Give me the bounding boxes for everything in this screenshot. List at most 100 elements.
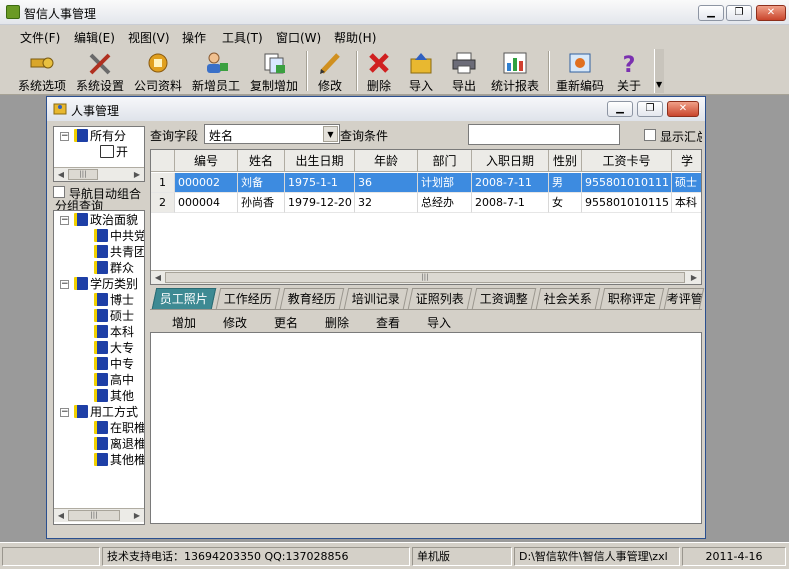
tree-collapse-toggle[interactable]: − [60,280,69,289]
toolbar-copy-add-button[interactable]: 复制增加 [248,49,300,93]
table-cell[interactable]: 1975-1-1 [285,173,355,193]
menu-view[interactable]: 视图(V) [128,29,170,46]
tab-social-relations[interactable]: 社会关系 [535,288,601,309]
table-cell[interactable]: 000004 [175,193,238,213]
grid-header[interactable]: 性别 [549,150,582,172]
tree-node-item[interactable]: 共青团 [94,245,144,260]
tree-node-education[interactable]: 学历类别 [74,277,138,292]
minimize-button[interactable]: ▁ [698,5,724,21]
tab-work-history[interactable]: 工作经历 [215,288,281,309]
table-cell[interactable]: 000002 [175,173,238,193]
show-summary-checkbox[interactable] [644,129,656,141]
grid-header[interactable]: 编号 [175,150,238,172]
menu-tools[interactable]: 工具(T) [222,29,263,46]
tree-node-item[interactable]: 其他椎 [94,453,144,468]
tab-title-evaluation[interactable]: 职称评定 [599,288,665,309]
tree-node-item[interactable]: 博士 [94,293,134,308]
action-rename[interactable]: 更名 [274,314,298,331]
query-field-select[interactable]: 姓名 ▼ [204,124,340,144]
toolbar-import-button[interactable]: 导入 [404,49,438,93]
toolbar-about-button[interactable]: ? 关于 [612,49,646,93]
table-cell[interactable]: 955801010111 [582,173,672,193]
table-cell[interactable]: 孙尚香 [238,193,285,213]
tree-node-all[interactable]: 所有分 [74,129,126,144]
grid-header[interactable]: 工资卡号 [582,150,672,172]
toolbar-report-button[interactable]: 统计报表 [488,49,542,93]
tree-collapse-toggle[interactable]: − [60,216,69,225]
tree-node-item[interactable]: 本科 [94,325,134,340]
tree-node-child[interactable]: 开 [100,145,128,160]
grid-horizontal-scrollbar[interactable]: ◀ ||| ▶ [151,270,701,284]
table-cell[interactable]: 女 [549,193,582,213]
table-cell[interactable]: 刘备 [238,173,285,193]
tree-node-item[interactable]: 中专 [94,357,134,372]
table-cell[interactable]: 2008-7-11 [472,173,549,193]
child-restore-button[interactable]: ❐ [637,101,663,117]
grid-header[interactable]: 部门 [418,150,472,172]
toolbar-add-employee-button[interactable]: 新增员工 [190,49,242,93]
action-edit[interactable]: 修改 [223,314,247,331]
query-condition-input[interactable] [468,124,620,145]
table-cell[interactable]: 955801010115 [582,193,672,213]
action-delete[interactable]: 删除 [325,314,349,331]
grid-header[interactable]: 入职日期 [472,150,549,172]
child-close-button[interactable]: ✕ [667,101,699,117]
tree-node-item[interactable]: 在职椎 [94,421,144,436]
menu-file[interactable]: 文件(F) [20,29,60,46]
restore-button[interactable]: ❐ [726,5,752,21]
menu-operation[interactable]: 操作 [182,29,206,46]
toolbar-system-settings-button[interactable]: 系统设置 [74,49,126,93]
menu-edit[interactable]: 编辑(E) [74,29,115,46]
tab-salary-adjust[interactable]: 工资调整 [471,288,537,309]
tree-node-item[interactable]: 大专 [94,341,134,356]
tree-node-item[interactable]: 其他 [94,389,134,404]
tab-education[interactable]: 教育经历 [279,288,345,309]
menu-help[interactable]: 帮助(H) [334,29,376,46]
tab-certificates[interactable]: 证照列表 [407,288,473,309]
tree-node-item[interactable]: 高中 [94,373,134,388]
tree-horizontal-scrollbar[interactable]: ◀ ||| ▶ [54,167,144,181]
toolbar-company-info-button[interactable]: 公司资料 [132,49,184,93]
toolbar-delete-button[interactable]: 删除 [362,49,396,93]
action-view[interactable]: 查看 [376,314,400,331]
table-cell[interactable]: 计划部 [418,173,472,193]
grid-header[interactable]: 年龄 [355,150,418,172]
table-cell[interactable]: 硕士 [672,173,701,193]
grid-header[interactable]: 出生日期 [285,150,355,172]
tree-node-label: 群众 [110,261,135,275]
toolbar-system-options-button[interactable]: 系统选项 [16,49,68,93]
table-cell[interactable]: 36 [355,173,418,193]
table-cell[interactable]: 2008-7-1 [472,193,549,213]
tree-collapse-toggle[interactable]: − [60,132,69,141]
table-cell[interactable]: 总经办 [418,193,472,213]
tree-node-item[interactable]: 离退椎 [94,437,144,452]
tree-node-item[interactable]: 硕士 [94,309,134,324]
close-button[interactable]: ✕ [756,5,786,21]
toolbar-separator [548,51,550,91]
grid-header[interactable]: 学 [672,150,701,172]
table-cell[interactable]: 男 [549,173,582,193]
table-cell[interactable]: 1979-12-20 [285,193,355,213]
table-cell[interactable]: 本科 [672,193,701,213]
toolbar-export-button[interactable]: 导出 [446,49,482,93]
tree-horizontal-scrollbar[interactable]: ◀ ||| ▶ [54,508,144,522]
tree-node-employment[interactable]: 用工方式 [74,405,138,420]
chevron-down-icon[interactable]: ▼ [323,126,338,142]
tree-node-political[interactable]: 政治面貌 [74,213,138,228]
tree-collapse-toggle[interactable]: − [60,408,69,417]
tab-appraisal[interactable]: 考评管 [663,288,705,309]
action-import[interactable]: 导入 [427,314,451,331]
tab-photo[interactable]: 员工照片 [151,288,217,309]
toolbar-recode-button[interactable]: 重新编码 [554,49,606,93]
tree-node-item[interactable]: 群众 [94,261,134,276]
table-cell[interactable]: 32 [355,193,418,213]
grid-header[interactable]: 姓名 [238,150,285,172]
action-add[interactable]: 增加 [172,314,196,331]
folder-icon [94,421,108,434]
toolbar-edit-button[interactable]: 修改 [312,49,348,93]
tab-training[interactable]: 培训记录 [343,288,409,309]
child-minimize-button[interactable]: ▁ [607,101,633,117]
tree-node-item[interactable]: 中共党 [94,229,144,244]
menu-window[interactable]: 窗口(W) [276,29,321,46]
toolbar-overflow-chevron[interactable]: ▼ [654,49,664,93]
